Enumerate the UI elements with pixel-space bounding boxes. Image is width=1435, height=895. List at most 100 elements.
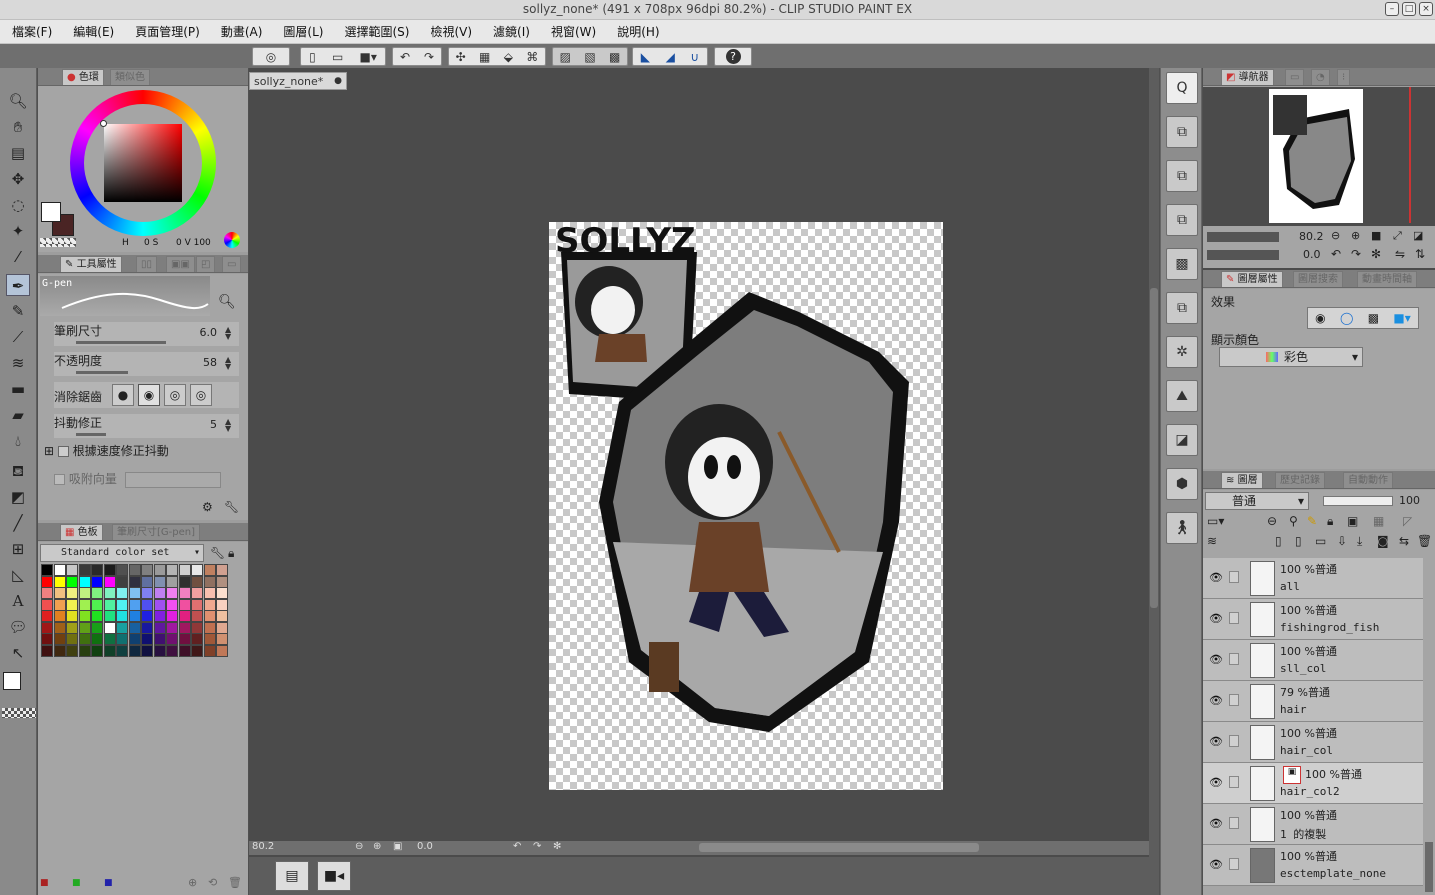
nav-rotate-left-icon[interactable]: ↶	[1331, 247, 1341, 261]
lock-layer-icon[interactable]: 🔒︎	[1327, 514, 1333, 529]
reference-layer-icon[interactable]: ⚲	[1289, 514, 1298, 528]
angle-readout[interactable]: 0.0	[417, 841, 433, 852]
brush-size-slider[interactable]	[76, 341, 166, 344]
color-swatch[interactable]	[216, 564, 228, 576]
tab-brush-tip[interactable]: ◰	[196, 256, 216, 272]
rotate-left-icon[interactable]: ↶	[513, 841, 521, 852]
snap-ruler-icon[interactable]: ◣	[641, 50, 650, 64]
snap-checkbox[interactable]	[54, 474, 65, 485]
color-swatch[interactable]	[216, 610, 228, 622]
nav-fit-icon[interactable]: ■	[1371, 229, 1381, 242]
color-swatch[interactable]	[41, 587, 53, 599]
layer-menu-icon[interactable]: ≋	[1207, 534, 1217, 548]
border-effect-icon[interactable]: ◉	[1315, 311, 1325, 325]
layer-item[interactable]: 👁︎ 100 %普通 sll_col	[1203, 640, 1423, 681]
material-image-icon[interactable]: ⧉	[1166, 160, 1198, 192]
tab-sub-view[interactable]: ▭	[1285, 69, 1305, 85]
color-swatch[interactable]	[166, 621, 178, 634]
speed-stab-checkbox[interactable]	[57, 446, 69, 457]
opacity-slider[interactable]	[76, 371, 128, 374]
color-swatch[interactable]	[91, 633, 103, 645]
material-panel-icon[interactable]: ⧉	[1166, 116, 1198, 148]
color-swatch[interactable]	[53, 610, 66, 622]
color-swatch[interactable]	[78, 621, 91, 634]
panel-transparent-color[interactable]	[40, 238, 76, 247]
navigator-rotate-value[interactable]: 0.0	[1303, 248, 1321, 261]
color-swatch[interactable]	[116, 598, 128, 611]
add-color-icon[interactable]: ⊕	[188, 876, 197, 889]
clear-icon[interactable]: ✣	[456, 50, 466, 64]
lock-alpha-icon[interactable]: ▣	[1347, 514, 1358, 528]
menu-edit[interactable]: 編輯(E)	[73, 23, 114, 40]
color-swatch[interactable]	[178, 575, 191, 588]
color-swatch[interactable]	[128, 610, 141, 622]
color-swatch[interactable]	[128, 621, 141, 634]
color-swatch[interactable]	[153, 564, 166, 576]
color-swatch[interactable]	[166, 575, 178, 588]
color-swatch[interactable]	[128, 633, 141, 645]
layer-scrollbar[interactable]	[1425, 842, 1433, 892]
color-swatch[interactable]	[216, 587, 228, 599]
tool-search-icon[interactable]: 🔍︎	[218, 294, 236, 310]
wrench-icon[interactable]: 🔧︎	[224, 500, 239, 514]
tab-info[interactable]: ◔	[1311, 69, 1330, 85]
navigator-zoom-value[interactable]: 80.2	[1299, 230, 1324, 243]
color-swatch[interactable]	[203, 598, 216, 611]
color-swatch[interactable]	[203, 587, 216, 599]
color-swatch[interactable]	[103, 587, 116, 599]
layer-item[interactable]: 👁︎ 100 %普通 1 的複製	[1203, 804, 1423, 845]
color-swatch[interactable]	[66, 621, 78, 634]
color-swatch[interactable]	[116, 587, 128, 599]
tab-timeline[interactable]: 動畫時間軸	[1357, 271, 1417, 287]
zoom-readout[interactable]: 80.2	[252, 841, 274, 852]
material-3d-icon[interactable]: ⬢	[1166, 468, 1198, 500]
color-swatch[interactable]	[78, 644, 91, 657]
material-tone-icon[interactable]: ▩	[1166, 248, 1198, 280]
text-tool-icon[interactable]: A	[6, 590, 30, 612]
tab-layer-search[interactable]: 圖層搜索	[1293, 271, 1343, 287]
snap-options[interactable]	[124, 471, 221, 488]
cut-icon[interactable]: ▦	[479, 50, 490, 64]
new-vector-layer-icon[interactable]: ▯	[1295, 534, 1302, 548]
color-swatch[interactable]	[116, 644, 128, 657]
nav-reset-rotate-icon[interactable]: ✻	[1371, 247, 1381, 261]
color-swatch[interactable]	[191, 621, 203, 634]
color-swatch[interactable]	[178, 633, 191, 645]
tab-history[interactable]: 歷史記錄	[1275, 472, 1325, 488]
search-icon[interactable]: Q	[1166, 72, 1198, 104]
color-swatch[interactable]	[153, 575, 166, 588]
color-swatch[interactable]	[53, 575, 66, 588]
deselect-icon[interactable]: ▨	[560, 50, 571, 64]
main-color-swatch[interactable]	[3, 672, 21, 690]
merge-down-icon[interactable]: ⇩	[1337, 534, 1347, 548]
color-swatch[interactable]	[141, 587, 153, 599]
color-picker-handle[interactable]	[100, 120, 107, 127]
speed-stab-row[interactable]: ⊞ 根據速度修正抖動	[44, 442, 169, 459]
close-button[interactable]: ×	[1419, 2, 1433, 16]
color-swatch[interactable]	[191, 564, 203, 576]
color-swatch[interactable]	[66, 633, 78, 645]
saturation-value-square[interactable]	[104, 124, 182, 202]
apply-mask-icon[interactable]: ⇆	[1399, 534, 1409, 548]
color-swatch[interactable]	[141, 644, 153, 657]
color-swatch[interactable]	[166, 633, 178, 645]
eraser-icon[interactable]: ▰	[6, 404, 30, 426]
document-tab[interactable]: sollyz_none* ●	[249, 72, 347, 90]
snap-grid-icon[interactable]: ∪	[690, 50, 699, 64]
color-swatch[interactable]	[53, 564, 66, 576]
blend-mode-dropdown[interactable]: 普通 ▾	[1205, 492, 1309, 510]
layer-item[interactable]: 👁︎ 100 %普通 all	[1203, 558, 1423, 599]
clip-studio-logo-button[interactable]: ◎	[252, 47, 290, 66]
replace-color-icon[interactable]: ⟲	[208, 876, 217, 889]
color-swatch[interactable]	[178, 564, 191, 576]
layer-opacity-slider[interactable]	[1323, 496, 1393, 506]
menu-animation[interactable]: 動畫(A)	[221, 23, 263, 40]
blend-icon[interactable]: 💧︎	[6, 430, 30, 452]
hand-tool-icon[interactable]: ✋︎	[6, 116, 30, 138]
new-folder-icon[interactable]: ▭	[1315, 534, 1326, 548]
eye-icon[interactable]: 👁︎	[1209, 817, 1223, 830]
color-swatch[interactable]	[128, 575, 141, 588]
color-swatch[interactable]	[91, 610, 103, 622]
eye-icon[interactable]: 👁︎	[1209, 653, 1223, 666]
material-pattern-icon[interactable]: ⧉	[1166, 204, 1198, 236]
